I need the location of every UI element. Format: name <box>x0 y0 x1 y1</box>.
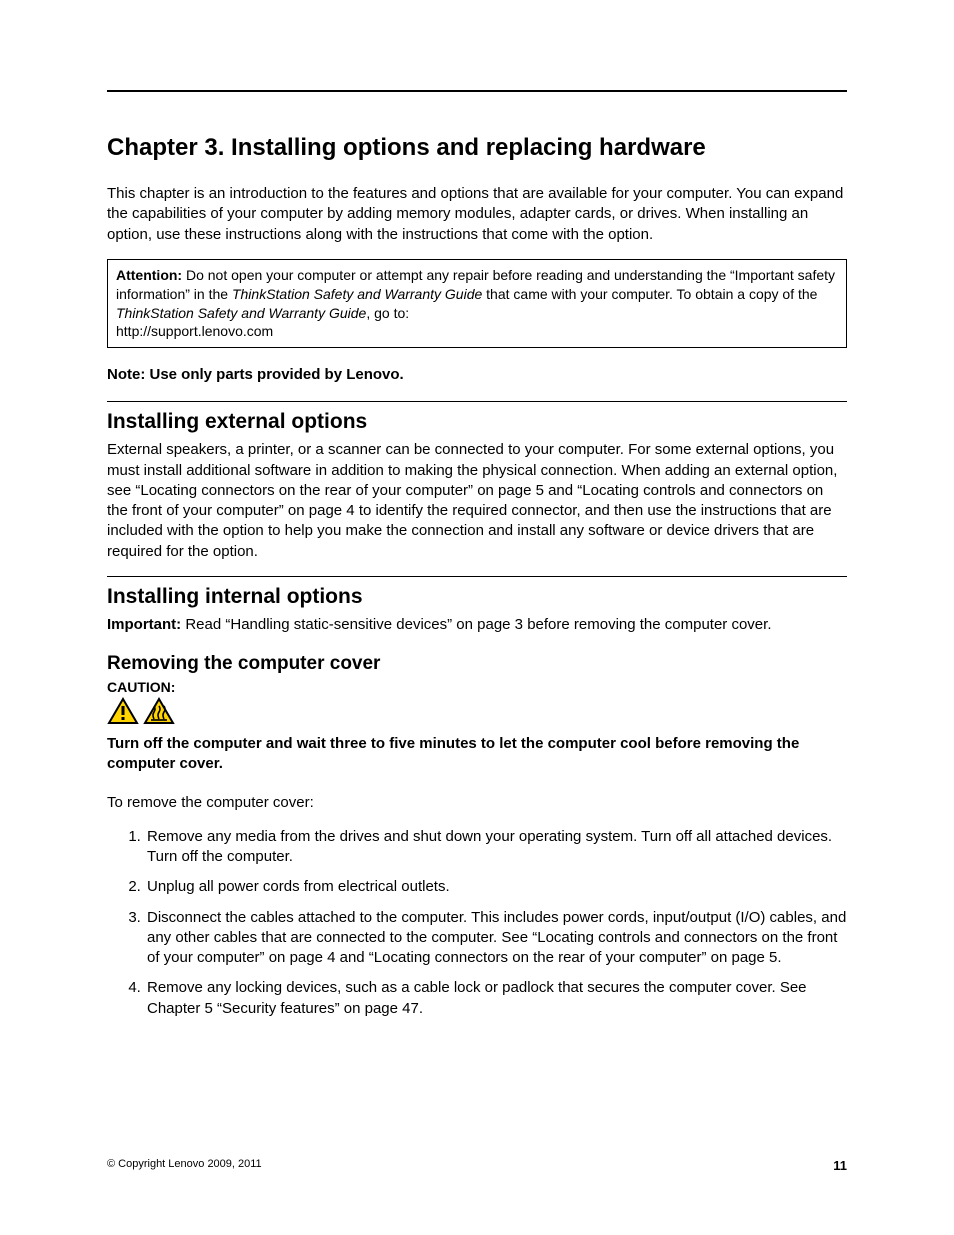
heading-removing-cover: Removing the computer cover <box>107 653 847 675</box>
paragraph-external-options: External speakers, a printer, or a scann… <box>107 440 847 562</box>
important-line: Important: Read “Handling static-sensiti… <box>107 615 847 635</box>
attention-url: http://support.lenovo.com <box>116 323 273 339</box>
attention-italic-2: ThinkStation Safety and Warranty Guide <box>116 305 366 321</box>
note-text: Note: Use only parts provided by Lenovo. <box>107 366 847 383</box>
cover-intro: To remove the computer cover: <box>107 793 847 813</box>
section-rule-1 <box>107 401 847 402</box>
caution-icons-row <box>107 697 847 730</box>
document-page: Chapter 3. Installing options and replac… <box>0 0 954 1235</box>
section-rule-2 <box>107 576 847 577</box>
chapter-title: Chapter 3. Installing options and replac… <box>107 134 847 162</box>
step-item: Remove any locking devices, such as a ca… <box>145 978 847 1019</box>
heading-internal-options: Installing internal options <box>107 585 847 609</box>
caution-text: Turn off the computer and wait three to … <box>107 734 847 775</box>
important-text: Read “Handling static-sensitive devices”… <box>181 616 771 633</box>
hot-surface-triangle-icon <box>143 697 175 730</box>
step-item: Unplug all power cords from electrical o… <box>145 877 847 897</box>
attention-text-2: that came with your computer. To obtain … <box>482 286 817 302</box>
copyright-text: © Copyright Lenovo 2009, 2011 <box>107 1158 262 1173</box>
attention-box: Attention: Do not open your computer or … <box>107 259 847 349</box>
attention-text-3: , go to: <box>366 305 409 321</box>
page-number: 11 <box>833 1158 847 1173</box>
warning-triangle-icon <box>107 697 139 730</box>
attention-label: Attention: <box>116 267 182 283</box>
step-item: Disconnect the cables attached to the co… <box>145 908 847 969</box>
caution-label: CAUTION: <box>107 679 847 695</box>
steps-list: Remove any media from the drives and shu… <box>107 827 847 1019</box>
top-horizontal-rule <box>107 90 847 92</box>
page-footer: © Copyright Lenovo 2009, 2011 11 <box>107 1158 847 1173</box>
heading-external-options: Installing external options <box>107 410 847 434</box>
important-label: Important: <box>107 616 181 633</box>
attention-italic-1: ThinkStation Safety and Warranty Guide <box>232 286 482 302</box>
step-item: Remove any media from the drives and shu… <box>145 827 847 868</box>
intro-paragraph: This chapter is an introduction to the f… <box>107 184 847 245</box>
